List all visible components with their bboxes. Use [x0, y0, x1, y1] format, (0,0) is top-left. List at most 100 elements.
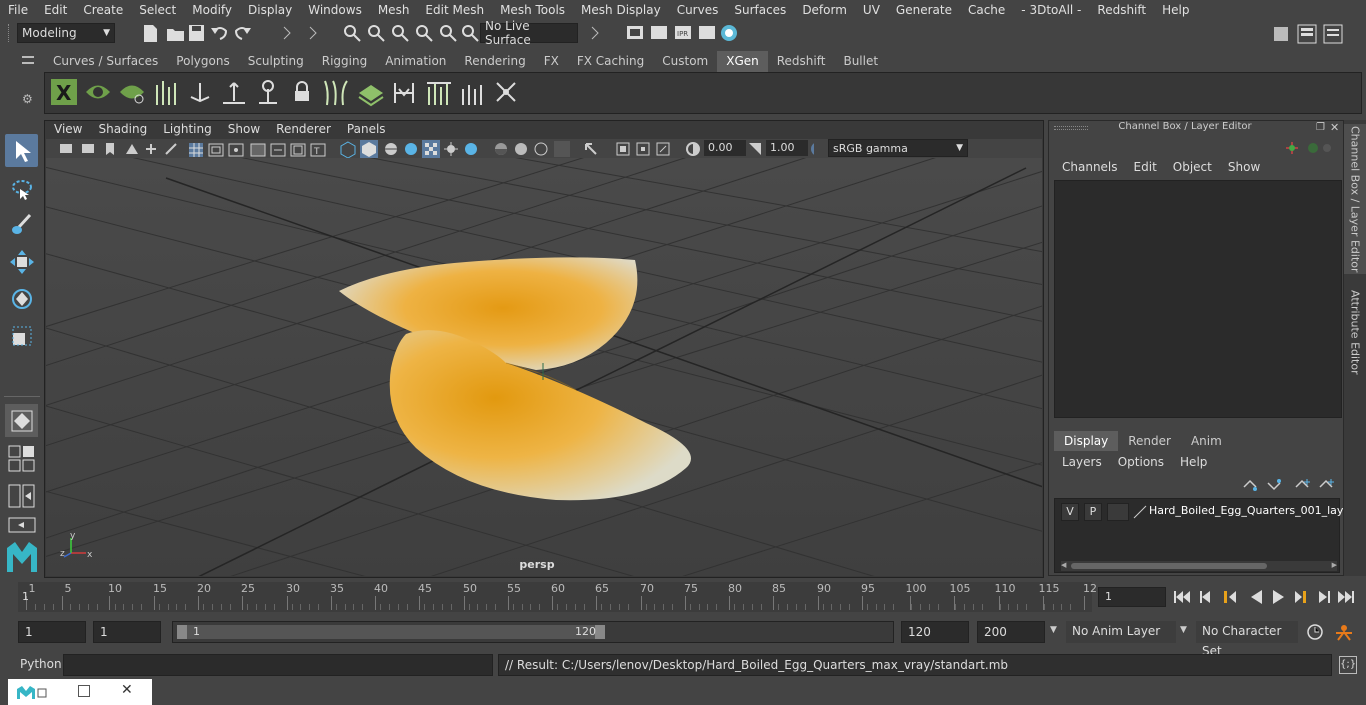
xgen-guides-icon[interactable]	[156, 81, 176, 105]
xgen-bake-icon[interactable]	[394, 83, 414, 103]
viewport-mode-icon[interactable]	[656, 142, 670, 156]
resolution-gate-icon[interactable]	[228, 143, 244, 157]
shelf-tab-animation[interactable]: Animation	[376, 51, 456, 72]
range-slider[interactable]: 1 120	[172, 621, 894, 643]
open-scene-icon[interactable]	[167, 29, 184, 41]
shelf-tab-rendering[interactable]: Rendering	[455, 51, 535, 72]
menu-mesh-display[interactable]: Mesh Display	[573, 3, 669, 17]
gamma-field[interactable]: 1.00	[766, 140, 808, 156]
attribute-editor-toggle-icon[interactable]	[1323, 24, 1343, 44]
new-scene-icon[interactable]	[144, 25, 157, 42]
color-space-dropdown[interactable]: sRGB gamma ▼	[828, 139, 968, 157]
channel-list[interactable]	[1054, 180, 1342, 418]
panel-menu-renderer[interactable]: Renderer	[268, 121, 339, 139]
menu-help[interactable]: Help	[1154, 3, 1197, 17]
layout-quad-icons[interactable]	[8, 445, 38, 475]
current-frame-field[interactable]: 1	[1098, 587, 1166, 607]
command-language-label[interactable]: Python	[20, 657, 62, 671]
channel-box-menu-show[interactable]: Show	[1220, 160, 1268, 174]
layer-name[interactable]: Hard_Boiled_Egg_Quarters_001_layer	[1149, 504, 1355, 517]
layer-menu-options[interactable]: Options	[1110, 455, 1172, 469]
scroll-left-icon[interactable]: ◀	[1061, 561, 1066, 569]
range-start-handle[interactable]	[177, 625, 187, 639]
rotate-tool[interactable]	[5, 282, 38, 315]
menu-mesh-tools[interactable]: Mesh Tools	[492, 3, 573, 17]
menu-create[interactable]: Create	[75, 3, 131, 17]
manipulator-icon[interactable]	[1286, 142, 1298, 154]
shelf-tab-rigging[interactable]: Rigging	[312, 51, 377, 72]
xgen-place-guide-icon[interactable]	[223, 82, 245, 104]
shelf-tab-bullet[interactable]: Bullet	[834, 51, 888, 72]
menu-curves[interactable]: Curves	[669, 3, 727, 17]
range-slider-handle-bar[interactable]	[179, 625, 599, 639]
grid-toggle-icon[interactable]	[189, 143, 203, 157]
render-view-icon[interactable]	[627, 26, 643, 39]
menu-edit-mesh[interactable]: Edit Mesh	[417, 3, 492, 17]
menu-windows[interactable]: Windows	[300, 3, 370, 17]
2d-pan-icon[interactable]	[146, 144, 156, 154]
menu-surfaces[interactable]: Surfaces	[726, 3, 794, 17]
scroll-right-icon[interactable]: ▶	[1332, 561, 1337, 569]
animation-end-field[interactable]: 200	[977, 621, 1045, 643]
menu-select[interactable]: Select	[131, 3, 184, 17]
menu-cache[interactable]: Cache	[960, 3, 1013, 17]
layer-tab-display[interactable]: Display	[1054, 431, 1119, 451]
new-layer-selected-icon[interactable]	[1319, 479, 1334, 488]
film-gate-icon[interactable]	[208, 143, 224, 157]
xgen-create-description-icon[interactable]	[120, 85, 144, 104]
close-icon[interactable]: ✕	[1330, 121, 1339, 134]
grease-pencil-icon[interactable]	[165, 143, 177, 155]
playback-start-field[interactable]: 1	[93, 621, 161, 643]
default-material-icon[interactable]	[385, 143, 397, 155]
channel-box-toggle-icon[interactable]	[1297, 24, 1317, 44]
layer-scrollbar[interactable]: ◀ ▶	[1061, 561, 1337, 571]
go-to-start-icon[interactable]	[1174, 591, 1190, 603]
range-end-handle[interactable]	[595, 625, 605, 639]
menu-modify[interactable]: Modify	[184, 3, 240, 17]
menu-redshift[interactable]: Redshift	[1089, 3, 1154, 17]
close-icon[interactable]: ✕	[121, 682, 133, 698]
play-backwards-icon[interactable]	[1251, 590, 1262, 604]
xgen-interactive-groom-icon[interactable]	[324, 80, 348, 106]
scene-3d-view[interactable]: y x z persp	[46, 158, 1042, 576]
safe-action-icon[interactable]	[290, 143, 306, 157]
xgen-collection-icon[interactable]	[427, 82, 451, 105]
shelf-menu-icon[interactable]	[22, 56, 34, 58]
go-to-end-icon[interactable]	[1338, 591, 1354, 603]
camera-select-icon[interactable]	[60, 144, 72, 153]
outliner-layout-icon[interactable]	[8, 517, 38, 535]
move-layer-down-icon[interactable]	[1267, 479, 1281, 491]
screen-space-ao-icon[interactable]	[495, 143, 507, 155]
shelf-tab-custom[interactable]: Custom	[653, 51, 718, 72]
snap-grid-icon[interactable]	[392, 25, 409, 42]
snap-point-icon[interactable]	[440, 25, 457, 42]
mode-dropdown[interactable]: Modeling ▼	[17, 23, 115, 43]
layer-display-type-toggle[interactable]	[1107, 503, 1129, 521]
shadows-icon[interactable]	[465, 143, 477, 155]
lasso-tool[interactable]	[5, 172, 38, 205]
select-by-hierarchy-icon[interactable]	[344, 25, 361, 42]
layer-menu-layers[interactable]: Layers	[1054, 455, 1110, 469]
last-tool[interactable]	[5, 404, 38, 437]
safe-title-icon[interactable]: T	[310, 143, 326, 157]
menu-3dtoall[interactable]: - 3DtoAll -	[1013, 3, 1089, 17]
menu-deform[interactable]: Deform	[794, 3, 855, 17]
smooth-shade-icon[interactable]	[360, 140, 378, 158]
live-surface-field[interactable]: No Live Surface	[480, 19, 578, 47]
redo-icon[interactable]	[234, 27, 251, 40]
step-forward-key-icon[interactable]	[1319, 591, 1330, 603]
chevron-down-icon[interactable]: ▼	[1050, 625, 1057, 635]
xgen-export-icon[interactable]	[462, 85, 482, 105]
xgen-editor-icon[interactable]: X	[51, 79, 77, 105]
panel-menu-shading[interactable]: Shading	[90, 121, 155, 139]
xgen-sculpt-guide-icon[interactable]	[259, 80, 277, 104]
chevron-down-icon[interactable]: ▼	[1180, 625, 1187, 635]
layer-color-swatch-icon[interactable]	[1133, 505, 1147, 519]
anim-layer-dropdown[interactable]: No Anim Layer	[1066, 621, 1176, 643]
image-plane-icon[interactable]	[126, 144, 138, 154]
script-editor-icon[interactable]: {;}	[1339, 656, 1357, 674]
paint-select-tool[interactable]	[5, 208, 38, 241]
shelf-tab-fx-caching[interactable]: FX Caching	[567, 51, 654, 72]
xgen-lock-guide-icon[interactable]	[295, 81, 309, 101]
panel-menu-lighting[interactable]: Lighting	[155, 121, 220, 139]
